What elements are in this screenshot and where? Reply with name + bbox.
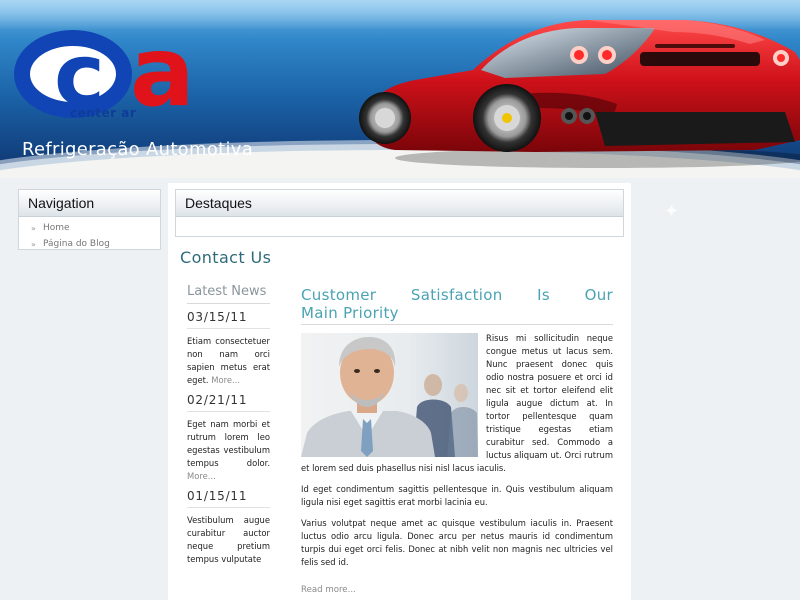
news-more-link[interactable]: More... — [187, 471, 216, 481]
news-date: 01/15/11 — [187, 489, 270, 508]
article-title-line-2: Main Priority — [301, 304, 613, 325]
news-text: Eget nam morbi et rutrum lorem leo egest… — [187, 419, 270, 468]
news-item: Vestibulum augue curabitur auctor neque … — [187, 514, 270, 566]
logo-letter-c: c — [54, 26, 105, 126]
businessman-photo — [301, 333, 478, 457]
article-title: Customer Satisfaction Is Our — [301, 286, 613, 304]
navigation-box: Navigation » Home » Página do Blog — [18, 189, 161, 250]
nav-item-home[interactable]: » Home — [31, 220, 160, 236]
double-arrow-right-icon: » — [31, 223, 36, 233]
sparkle-decoration: ✦ — [664, 201, 680, 222]
news-date: 03/15/11 — [187, 310, 270, 329]
double-arrow-right-icon: » — [31, 239, 36, 249]
latest-news-title: Latest News — [187, 284, 270, 304]
news-item: Eget nam morbi et rutrum lorem leo egest… — [187, 418, 270, 483]
red-sports-car-image — [359, 20, 800, 168]
article-body: Risus mi sollicitudin neque congue metus… — [301, 332, 613, 596]
destaques-title: Destaques — [176, 190, 623, 217]
news-text: Vestibulum augue curabitur auctor neque … — [187, 515, 270, 564]
logo-letter-a: a — [130, 16, 195, 128]
logo-wordmark: center ar — [70, 106, 137, 120]
article-paragraph: Id eget condimentum sagittis pellentesqu… — [301, 484, 613, 507]
site-logo[interactable]: c a center ar — [12, 16, 202, 128]
article-paragraph: Varius volutpat neque amet ac quisque ve… — [301, 518, 613, 567]
site-title: Refrigeração Automotiva — [22, 139, 254, 160]
right-column: ✦ — [632, 183, 800, 600]
nav-item-blog[interactable]: » Página do Blog — [31, 236, 160, 252]
page-title: Contact Us — [180, 248, 272, 267]
nav-item-label: Página do Blog — [43, 239, 110, 249]
destaques-box: Destaques — [175, 189, 624, 237]
site-header: c a center ar Refrigeração Automotiva — [0, 0, 800, 185]
news-more-link[interactable]: More... — [211, 375, 240, 385]
nav-item-label: Home — [43, 223, 70, 233]
read-more-link[interactable]: Read more... — [301, 585, 356, 595]
main-article: Customer Satisfaction Is Our Main Priori… — [301, 286, 613, 596]
news-date: 02/21/11 — [187, 393, 270, 412]
news-item: Etiam consectetuer non nam orci sapien m… — [187, 335, 270, 387]
navigation-title: Navigation — [19, 190, 160, 217]
navigation-list: » Home » Página do Blog — [19, 217, 160, 252]
latest-news: Latest News 03/15/11 Etiam consectetuer … — [187, 284, 270, 566]
